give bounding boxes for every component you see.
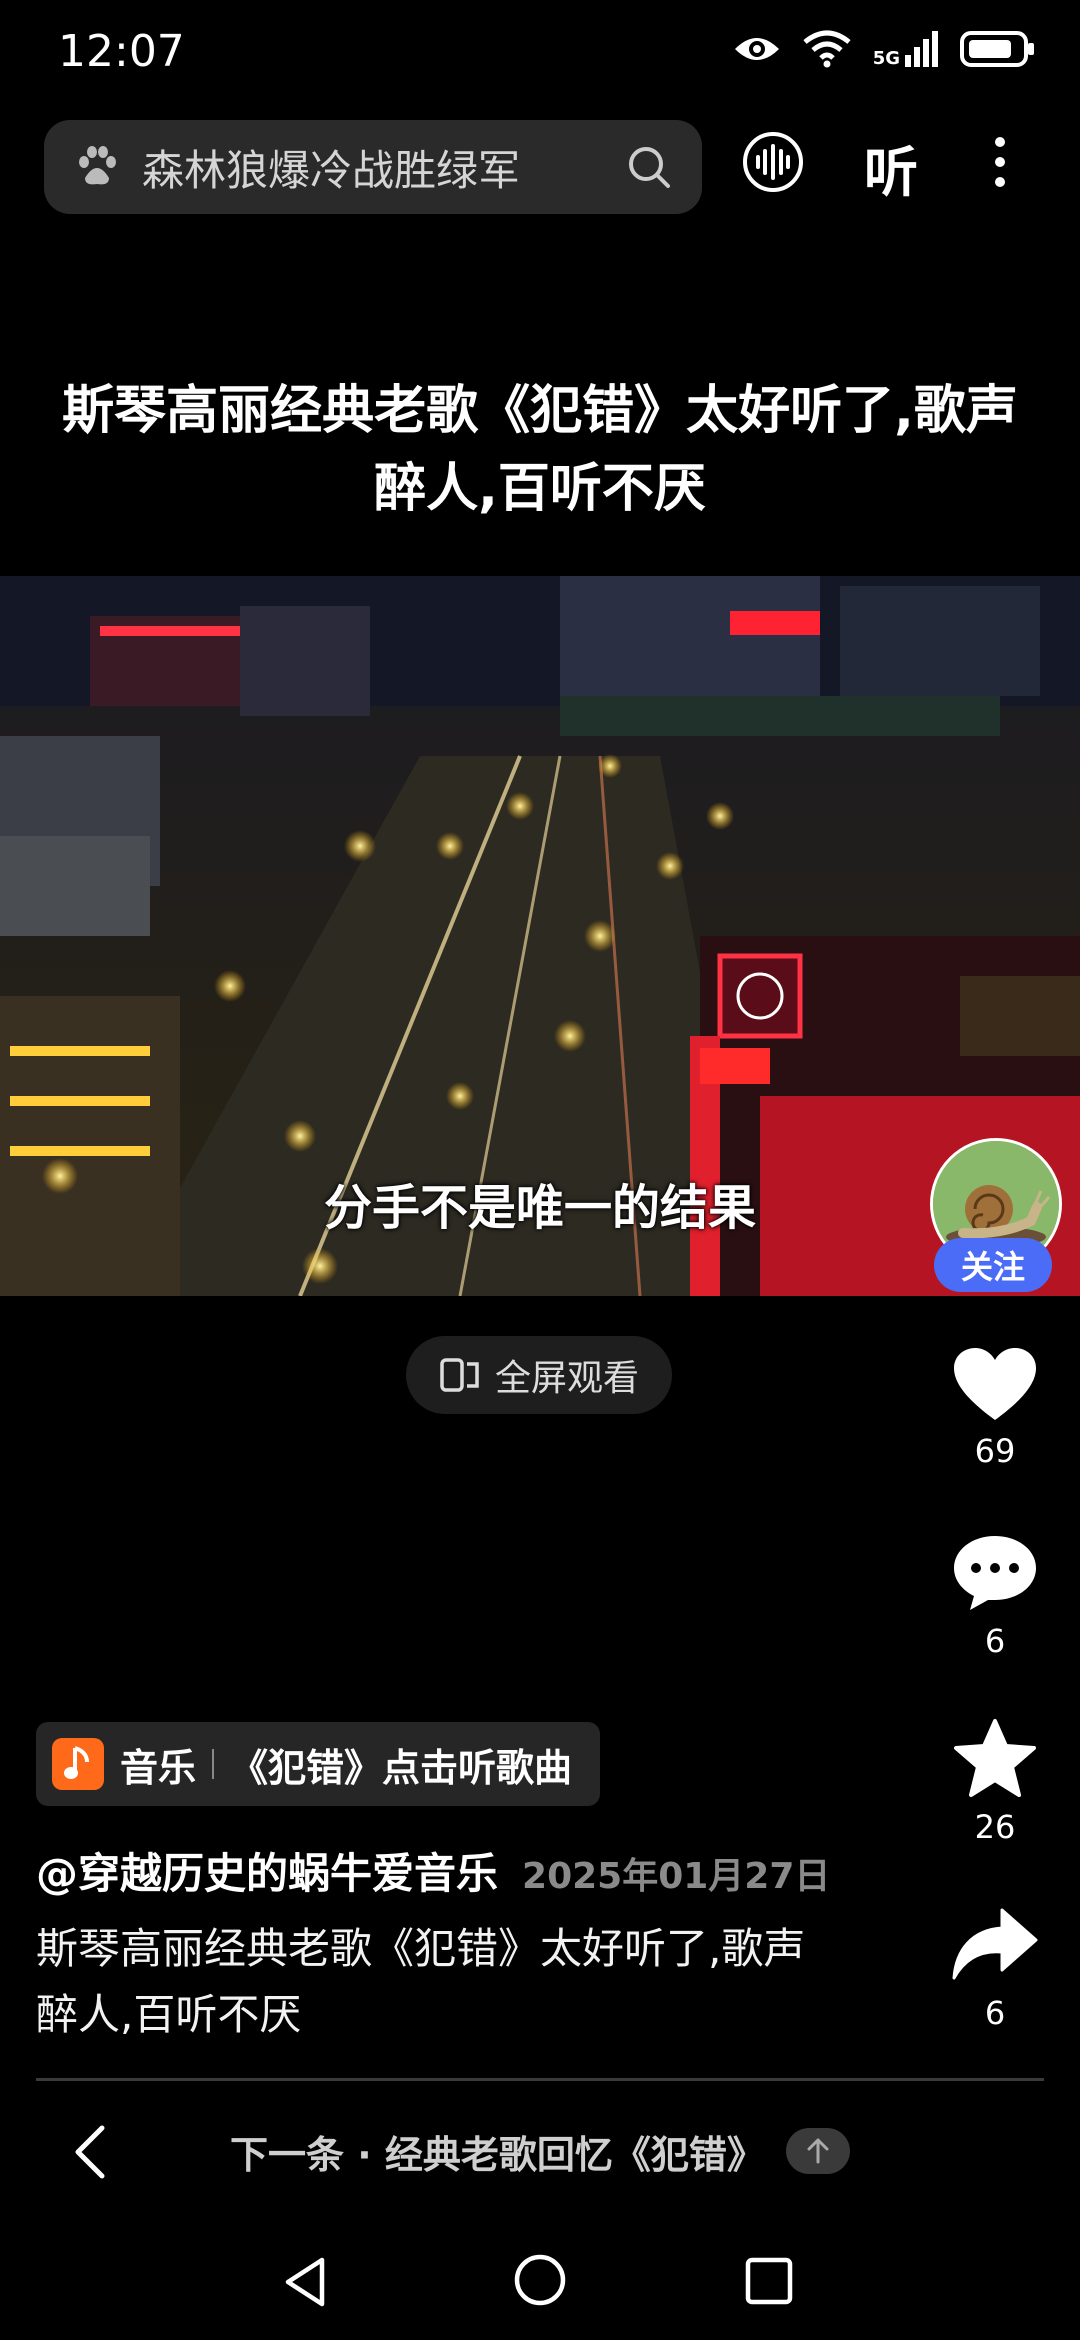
comment-count: 6: [984, 1622, 1006, 1660]
like-count: 69: [974, 1432, 1016, 1470]
share-arrow-icon: [952, 1908, 1038, 1980]
like-button[interactable]: 69: [940, 1346, 1050, 1470]
search-icon[interactable]: [626, 144, 672, 190]
music-tag[interactable]: 音乐 《犯错》点击听歌曲: [36, 1722, 600, 1806]
share-count: 6: [984, 1994, 1006, 2032]
video-title: 斯琴高丽经典老歌《犯错》太好听了,歌声醉人,百听不厌: [62, 381, 1018, 519]
next-up-button[interactable]: [786, 2128, 850, 2174]
arrow-up-icon: [807, 2138, 829, 2164]
more-options-icon[interactable]: [985, 132, 1015, 192]
star-icon: [954, 1719, 1036, 1797]
favorite-button[interactable]: 26: [940, 1718, 1050, 1846]
audio-recognition-icon[interactable]: [742, 131, 804, 193]
status-time: 12:07: [58, 26, 185, 77]
search-bar[interactable]: 森林狼爆冷战胜绿军: [44, 120, 702, 214]
video-subtitle: 分手不是唯一的结果: [323, 1180, 756, 1236]
video-description: 斯琴高丽经典老歌《犯错》太好听了,歌声 醉人,百听不厌: [36, 1916, 896, 2048]
cell-signal-icon: 5G: [872, 31, 938, 69]
listen-button[interactable]: 听: [864, 128, 918, 207]
divider: [36, 2078, 1044, 2081]
heart-icon: [954, 1348, 1036, 1420]
description-line-1: 斯琴高丽经典老歌《犯错》太好听了,歌声: [36, 1924, 806, 1973]
music-label: 音乐: [120, 1745, 197, 1790]
post-date: 2025年01月27日: [522, 1856, 831, 1897]
network-type: 5G: [872, 48, 900, 69]
music-song-title: 《犯错》点击听歌曲: [230, 1745, 573, 1790]
search-query[interactable]: 森林狼爆冷战胜绿军: [142, 137, 626, 198]
eye-icon: [734, 38, 779, 60]
baidu-paw-icon: [79, 146, 116, 185]
description-line-2: 醉人,百听不厌: [36, 1990, 302, 2039]
comment-button[interactable]: 6: [940, 1532, 1050, 1660]
nav-home-icon[interactable]: [512, 2252, 568, 2308]
fullscreen-rotate-icon: [440, 1358, 479, 1392]
status-icons: 5G: [733, 30, 1036, 68]
fullscreen-button[interactable]: 全屏观看: [406, 1336, 672, 1414]
author-line: @穿越历史的蜗牛爱音乐 2025年01月27日: [36, 1840, 830, 1901]
music-separator: [212, 1749, 215, 1779]
back-chevron-icon[interactable]: [68, 2122, 112, 2182]
fullscreen-label: 全屏观看: [494, 1358, 639, 1399]
favorite-count: 26: [974, 1808, 1016, 1846]
share-button[interactable]: 6: [940, 1904, 1050, 2032]
follow-button[interactable]: 关注: [934, 1238, 1052, 1292]
nav-back-icon[interactable]: [282, 2254, 330, 2310]
author-name[interactable]: @穿越历史的蜗牛爱音乐: [36, 1840, 498, 1901]
battery-icon: [960, 31, 1034, 67]
next-video-link[interactable]: 下一条 · 经典老歌回忆《犯错》: [230, 2124, 765, 2179]
comment-bubble-icon: [954, 1536, 1036, 1610]
nav-recent-apps-icon[interactable]: [744, 2256, 794, 2306]
music-note-icon: [52, 1738, 104, 1790]
wifi-icon: [803, 30, 851, 68]
